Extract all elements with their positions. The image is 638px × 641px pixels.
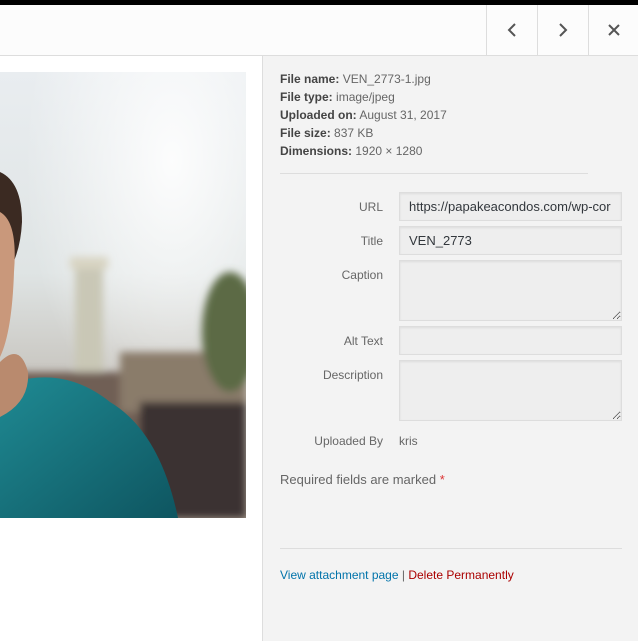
attachment-image: [0, 72, 246, 518]
url-label: URL: [358, 200, 383, 214]
file-details: File name: VEN_2773-1.jpg File type: ima…: [280, 70, 447, 160]
uploaded-by-label: Uploaded By: [314, 434, 383, 448]
chevron-right-icon: [559, 23, 568, 37]
close-icon: [607, 24, 620, 36]
description-label: Description: [322, 368, 383, 382]
file-type-value: image/jpeg: [336, 90, 395, 104]
chevron-left-icon: [507, 23, 516, 37]
title-label: Title: [360, 234, 383, 248]
uploaded-by-value: kris: [399, 434, 418, 448]
file-name-label: File name:: [280, 72, 340, 86]
caption-label: Caption: [341, 268, 383, 282]
details-divider: [280, 173, 588, 174]
file-name-value: VEN_2773-1.jpg: [342, 72, 431, 86]
required-fields-text: Required fields are marked: [280, 472, 437, 487]
alt-text-label: Alt Text: [343, 334, 383, 348]
dimensions-value: 1920 × 1280: [355, 144, 423, 158]
close-button[interactable]: [588, 5, 638, 55]
view-attachment-page-link[interactable]: View attachment page: [280, 568, 399, 582]
required-fields-note: Required fields are marked *: [280, 472, 445, 487]
file-name-row: File name: VEN_2773-1.jpg: [280, 70, 447, 88]
dimensions-row: Dimensions: 1920 × 1280: [280, 142, 447, 160]
description-field[interactable]: [399, 360, 622, 421]
required-star: *: [439, 472, 445, 487]
media-preview-area: [0, 56, 262, 641]
file-size-value: 837 KB: [334, 126, 374, 140]
file-size-label: File size:: [280, 126, 331, 140]
file-size-row: File size: 837 KB: [280, 124, 447, 142]
url-field[interactable]: [399, 192, 622, 221]
uploaded-on-row: Uploaded on: August 31, 2017: [280, 106, 447, 124]
alt-text-field[interactable]: [399, 326, 622, 355]
uploaded-on-value: August 31, 2017: [359, 108, 447, 122]
file-type-label: File type:: [280, 90, 333, 104]
uploaded-on-label: Uploaded on:: [280, 108, 357, 122]
actions-separator: |: [401, 568, 405, 582]
caption-field[interactable]: [399, 260, 622, 321]
actions-divider: [280, 548, 622, 549]
attachment-actions: View attachment page | Delete Permanentl…: [280, 568, 514, 582]
delete-permanently-link[interactable]: Delete Permanently: [408, 568, 513, 582]
title-field[interactable]: [399, 226, 622, 255]
next-media-button[interactable]: [537, 5, 588, 55]
dimensions-label: Dimensions:: [280, 144, 353, 158]
modal-header: [0, 5, 638, 56]
attachment-details-sidebar: File name: VEN_2773-1.jpg File type: ima…: [262, 56, 638, 641]
file-type-row: File type: image/jpeg: [280, 88, 447, 106]
previous-media-button[interactable]: [486, 5, 537, 55]
